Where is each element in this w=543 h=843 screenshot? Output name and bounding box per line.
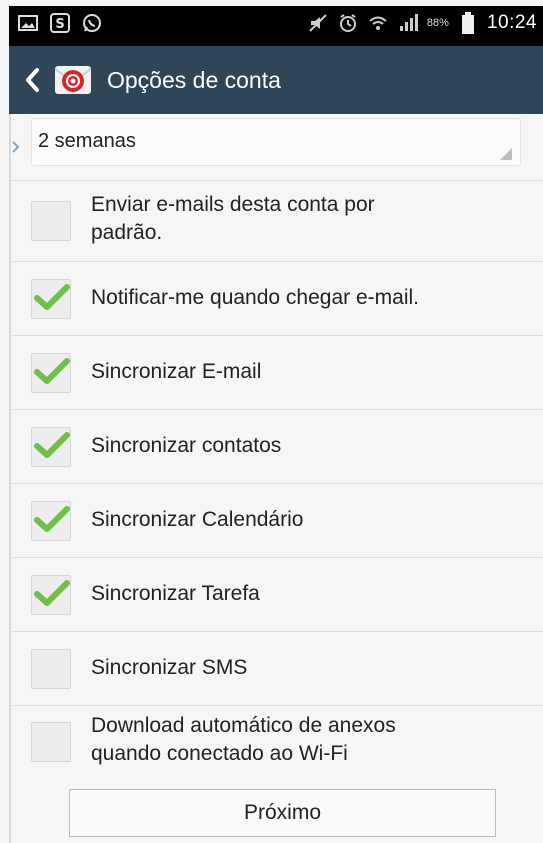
- option-label: Enviar e-mails desta conta por padrão.: [91, 193, 375, 244]
- sync-period-row: 2 semanas: [9, 114, 543, 180]
- option-label: Sincronizar Calendário: [91, 508, 304, 531]
- status-bar: S 88% 10:24: [9, 6, 543, 46]
- option-label: Sincronizar Tarefa: [91, 582, 260, 605]
- option-label: Notificar-me quando chegar e-mail.: [91, 286, 419, 309]
- next-button[interactable]: Próximo: [69, 789, 496, 837]
- check-icon: [34, 580, 70, 606]
- sync-period-dropdown[interactable]: 2 semanas: [31, 118, 521, 166]
- battery-percent: 88%: [426, 17, 449, 29]
- mute-icon: [307, 12, 329, 34]
- list-item-auto-download[interactable]: Download automático de anexos quando con…: [9, 705, 543, 777]
- option-label: Sincronizar E-mail: [91, 360, 262, 383]
- list-item-sync-calendar[interactable]: Sincronizar Calendário: [9, 483, 543, 557]
- list-item-notify[interactable]: Notificar-me quando chegar e-mail.: [9, 261, 543, 335]
- check-icon: [34, 506, 70, 532]
- checkbox-notify[interactable]: [31, 279, 71, 319]
- back-button[interactable]: [17, 46, 47, 114]
- option-label: Sincronizar SMS: [91, 656, 248, 679]
- battery-icon: [457, 12, 479, 34]
- status-bar-notifications: S: [17, 12, 103, 34]
- image-icon: [17, 12, 39, 34]
- action-bar: Opções de conta: [9, 46, 543, 114]
- checkbox-send-default[interactable]: [31, 201, 71, 241]
- wifi-icon: [367, 12, 389, 34]
- checkbox-sync-email[interactable]: [31, 353, 71, 393]
- checkbox-sync-contacts[interactable]: [31, 427, 71, 467]
- check-icon: [34, 284, 70, 310]
- whatsapp-icon: [81, 12, 103, 34]
- clock: 10:24: [486, 12, 537, 33]
- list-item-sync-sms[interactable]: Sincronizar SMS: [9, 631, 543, 705]
- checkbox-sync-sms[interactable]: [31, 649, 71, 689]
- options-list: Enviar e-mails desta conta por padrão. N…: [9, 180, 543, 777]
- list-item-sync-tasks[interactable]: Sincronizar Tarefa: [9, 557, 543, 631]
- checkbox-sync-tasks[interactable]: [31, 575, 71, 615]
- email-app-icon: [53, 60, 93, 100]
- sync-period-value: 2 semanas: [38, 130, 136, 152]
- option-label: Sincronizar contatos: [91, 434, 282, 457]
- checkbox-sync-calendar[interactable]: [31, 501, 71, 541]
- chevron-left-icon: [26, 68, 39, 92]
- dropdown-arrow-icon: [500, 147, 512, 160]
- account-options-content: 2 semanas Enviar e-mails desta conta por…: [9, 114, 543, 843]
- option-label: Download automático de anexos quando con…: [91, 714, 396, 765]
- signal-icon: [397, 12, 419, 34]
- screen: S 88% 10:24 Opções de conta 2 semanas En…: [0, 0, 543, 843]
- svg-text:S: S: [55, 17, 64, 32]
- list-item-send-default[interactable]: Enviar e-mails desta conta por padrão.: [9, 180, 543, 261]
- status-bar-system: 88% 10:24: [307, 12, 537, 34]
- chevron-right-icon[interactable]: [11, 140, 25, 154]
- list-item-sync-email[interactable]: Sincronizar E-mail: [9, 335, 543, 409]
- alarm-icon: [337, 12, 359, 34]
- skype-icon: S: [49, 12, 71, 34]
- check-icon: [34, 432, 70, 458]
- page-title: Opções de conta: [107, 66, 281, 93]
- list-item-sync-contacts[interactable]: Sincronizar contatos: [9, 409, 543, 483]
- checkbox-auto-download[interactable]: [31, 722, 71, 762]
- check-icon: [34, 358, 70, 384]
